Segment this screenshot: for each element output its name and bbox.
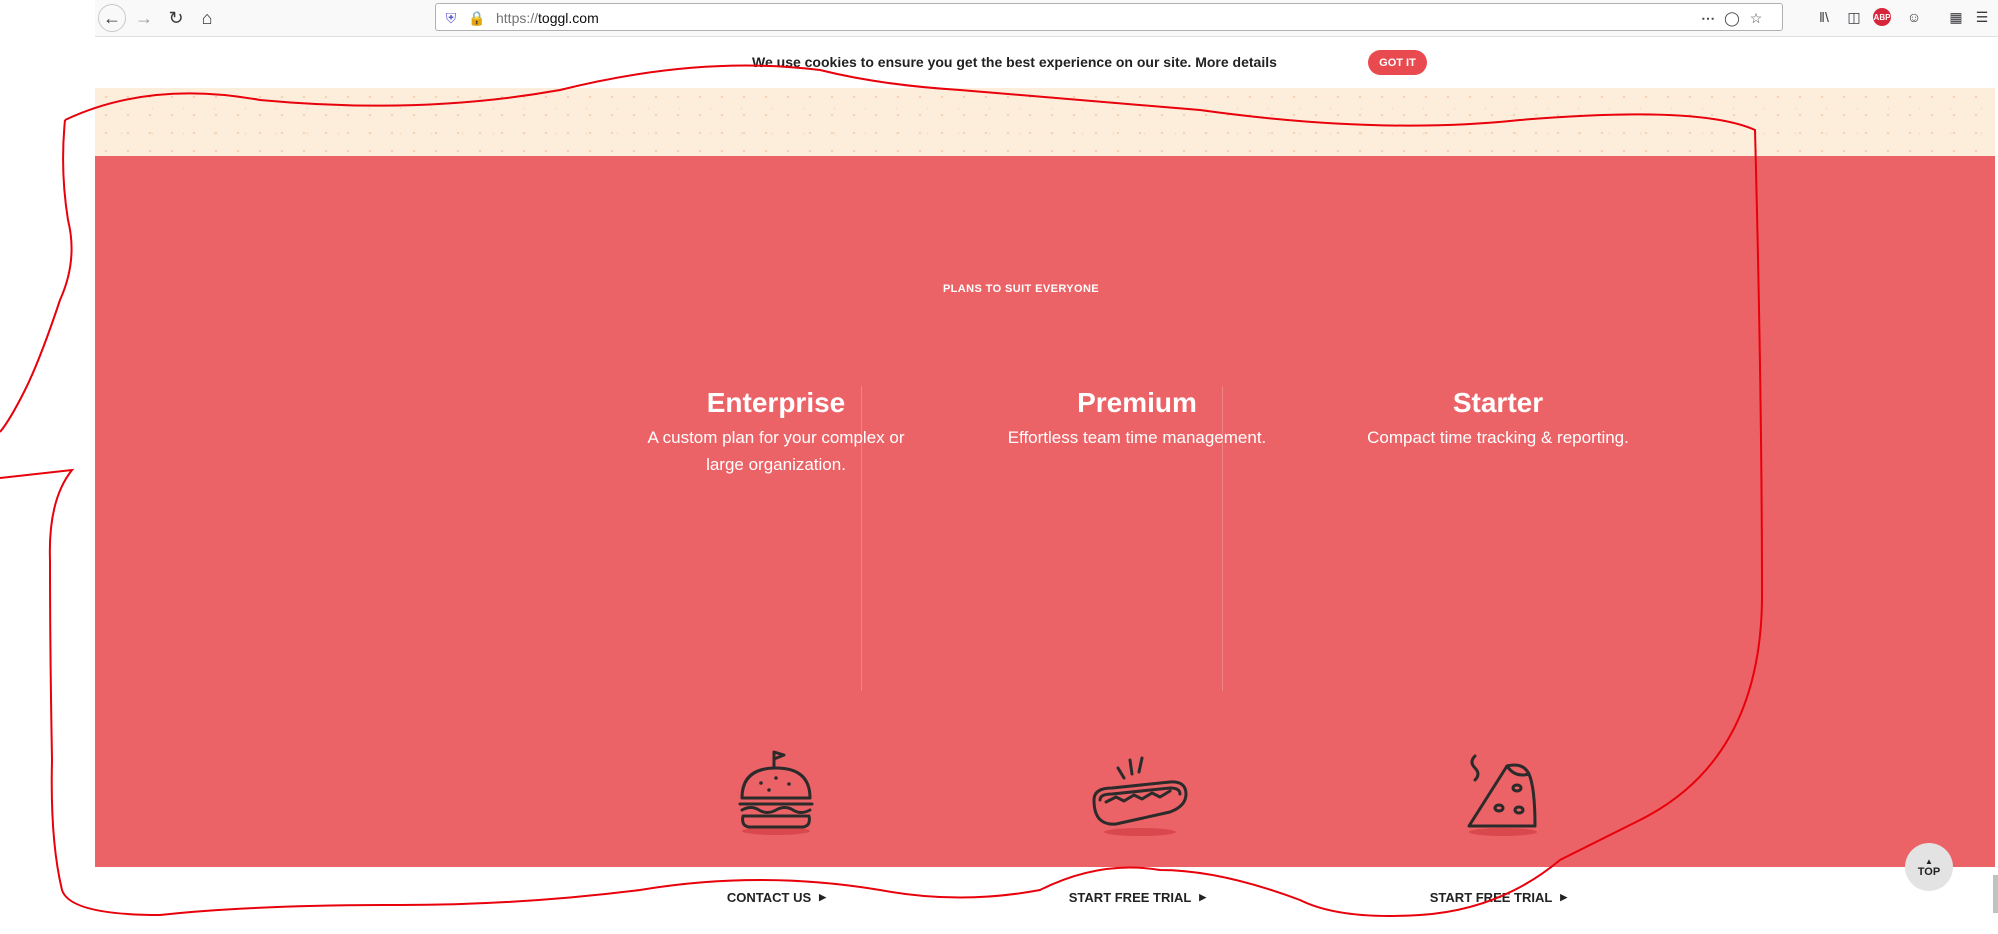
plan-title: Premium	[1077, 387, 1197, 418]
plan-enterprise: Enterprise A custom plan for your comple…	[596, 386, 956, 922]
plan-description: Compact time tracking & reporting.	[1367, 428, 1629, 447]
start-free-trial-button[interactable]: START FREE TRIAL ▶	[1390, 873, 1607, 922]
cookie-text: We use cookies to ensure you get the bes…	[752, 54, 1277, 70]
plans-section: PLANS TO SUIT EVERYONE Enterprise A cust…	[95, 156, 1995, 922]
pocket-icon[interactable]: ◯	[1723, 9, 1741, 27]
reload-icon: ↻	[168, 7, 184, 28]
adblock-icon[interactable]: ABP	[1873, 8, 1891, 26]
play-arrow-icon: ▶	[1560, 892, 1568, 902]
hotdog-icon	[1092, 756, 1188, 836]
start-free-trial-button[interactable]: START FREE TRIAL ▶	[1029, 873, 1246, 922]
reload-button[interactable]: ↻	[162, 4, 190, 32]
plan-divider	[1222, 386, 1223, 691]
star-icon[interactable]: ☆	[1747, 9, 1765, 27]
plan-starter: Starter Compact time tracking & reportin…	[1318, 386, 1678, 922]
plan-description: A custom plan for your complex or large …	[647, 428, 905, 474]
burger-icon	[738, 750, 814, 835]
plan-premium: Premium Effortless team time management.…	[957, 386, 1317, 922]
play-arrow-icon: ▶	[1199, 892, 1207, 902]
account-icon[interactable]: ☺	[1903, 6, 1925, 28]
extensions-icon[interactable]: ▦	[1945, 6, 1967, 28]
lock-icon[interactable]: 🔒	[468, 9, 486, 27]
url-bar[interactable]: ⛨ 🔒 https://toggl.com ⋯ ◯ ☆	[435, 3, 1783, 31]
scrollbar-thumb[interactable]	[1993, 875, 1998, 913]
home-button[interactable]: ⌂	[193, 4, 221, 32]
cookie-banner: We use cookies to ensure you get the bes…	[95, 37, 1995, 88]
plan-title: Enterprise	[706, 387, 846, 418]
pizza-slice-icon	[1467, 754, 1537, 836]
plan-divider	[861, 386, 862, 691]
library-icon[interactable]: ‖\	[1813, 6, 1835, 28]
play-arrow-icon: ▶	[819, 892, 827, 902]
contact-us-button[interactable]: CONTACT US ▶	[668, 873, 885, 922]
home-icon: ⌂	[201, 7, 213, 28]
got-it-button[interactable]: GOT IT	[1368, 50, 1427, 75]
arrow-right-icon: →	[135, 7, 153, 28]
shield-icon[interactable]: ⛨	[442, 9, 460, 27]
more-dots-icon[interactable]: ⋯	[1699, 9, 1717, 27]
url-text[interactable]: https://toggl.com	[496, 10, 599, 26]
plans-heading: PLANS TO SUIT EVERYONE	[942, 283, 1100, 295]
arrow-left-icon: ←	[103, 7, 121, 28]
sprinkle-pattern-band	[95, 88, 1995, 156]
sidebar-icon[interactable]: ◫	[1843, 6, 1865, 28]
forward-button[interactable]: →	[130, 4, 158, 32]
back-button[interactable]: ←	[98, 4, 126, 32]
back-to-top-button[interactable]: ▲ TOP	[1905, 843, 1953, 891]
plan-title: Starter	[1452, 387, 1544, 418]
plan-description: Effortless team time management.	[1007, 428, 1267, 447]
browser-toolbar: ← → ↻ ⌂ ⛨ 🔒 https://toggl.com ⋯ ◯ ☆ ‖\ ◫…	[95, 0, 1998, 37]
menu-icon[interactable]: ☰	[1971, 6, 1993, 28]
